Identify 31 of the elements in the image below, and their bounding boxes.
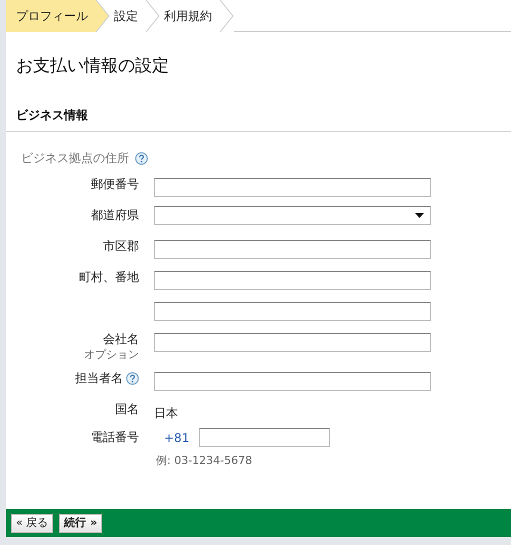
- text-field[interactable]: [154, 270, 431, 290]
- field-label: 担当者名: [75, 371, 123, 385]
- step-tab[interactable]: プロフィール: [6, 0, 110, 32]
- field-label: 郵便番号: [91, 177, 139, 191]
- field-label: 電話番号: [91, 430, 139, 444]
- section-title: ビジネス情報: [16, 108, 88, 122]
- field-label: 国名: [115, 402, 139, 416]
- field-label: 町村、番地: [79, 270, 139, 284]
- country-code: +81: [163, 430, 190, 446]
- country-value: 日本: [154, 406, 178, 420]
- text-field[interactable]: [154, 240, 431, 258]
- dropdown-arrow-icon: [415, 213, 424, 218]
- page-title: お支払い情報の設定: [15, 55, 170, 78]
- field-label: 都道府県: [91, 208, 139, 222]
- step-tab[interactable]: 設定: [110, 0, 160, 32]
- optional-note: オプション: [84, 348, 139, 362]
- text-field[interactable]: [154, 372, 431, 390]
- field-label: 会社名: [103, 332, 139, 346]
- continue-button[interactable]: 続行 »: [59, 514, 102, 532]
- text-field[interactable]: [154, 332, 431, 352]
- field-label: 市区郡: [103, 239, 139, 253]
- back-button[interactable]: « 戻る: [11, 514, 54, 532]
- help-icon[interactable]: [126, 372, 139, 384]
- phone-example: 例: 03-1234-5678: [155, 453, 254, 469]
- dropdown-field[interactable]: [154, 206, 431, 225]
- text-field[interactable]: [154, 178, 431, 196]
- phone-field[interactable]: [199, 428, 330, 447]
- address-group-label: ビジネス拠点の住所: [21, 150, 129, 167]
- help-icon[interactable]: [135, 152, 148, 164]
- step-tab[interactable]: 利用規約: [160, 0, 234, 32]
- text-field[interactable]: [154, 302, 431, 320]
